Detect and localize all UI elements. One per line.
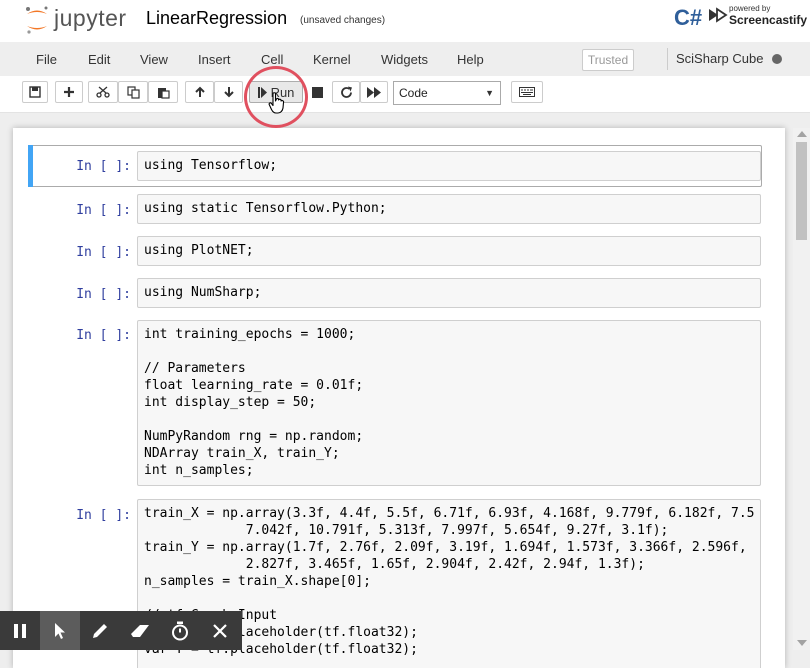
arrow-up-icon	[194, 86, 205, 97]
paste-button[interactable]	[148, 81, 178, 103]
chevron-down-icon: ▼	[485, 88, 494, 98]
pause-recording-button[interactable]	[0, 611, 40, 650]
run-button[interactable]: Run	[249, 81, 303, 103]
code-text: using PlotNET;	[144, 243, 254, 258]
pen-icon	[93, 623, 107, 638]
timer-button[interactable]	[160, 611, 200, 650]
stop-icon	[311, 86, 323, 98]
menu-cell[interactable]: Cell	[261, 52, 283, 67]
code-cell-4[interactable]: In [ ]: using NumSharp;	[28, 271, 762, 313]
move-up-button[interactable]	[185, 81, 214, 103]
recording-toolbar	[0, 611, 242, 650]
input-prompt: In [ ]:	[76, 328, 131, 343]
eraser-icon	[131, 624, 149, 637]
close-toolbar-button[interactable]	[200, 611, 240, 650]
cursor-icon	[55, 622, 65, 639]
arrow-down-icon	[223, 87, 234, 98]
menu-kernel[interactable]: Kernel	[313, 52, 351, 67]
input-prompt: In [ ]:	[76, 245, 131, 260]
paste-icon	[157, 87, 170, 99]
code-text: int training_epochs = 1000; // Parameter…	[144, 327, 364, 478]
screencastify-logo-icon	[709, 7, 728, 23]
code-editor[interactable]: using PlotNET;	[137, 236, 761, 266]
copy-icon	[126, 85, 140, 99]
restart-run-all-button[interactable]	[360, 81, 388, 103]
jupyter-wordmark[interactable]: jupyter	[54, 5, 127, 32]
insert-cell-button[interactable]	[55, 81, 83, 103]
keyboard-icon	[519, 87, 535, 97]
screencastify-brand: Screencastify	[729, 13, 808, 27]
menu-view[interactable]: View	[140, 52, 168, 67]
close-icon	[213, 623, 227, 638]
scrollbar-thumb[interactable]	[796, 142, 807, 240]
refresh-icon	[340, 86, 352, 98]
menu-file[interactable]: File	[36, 52, 57, 67]
code-editor[interactable]: using static Tensorflow.Python;	[137, 194, 761, 224]
timer-icon	[172, 621, 188, 640]
scroll-up-icon[interactable]	[797, 131, 807, 137]
pause-icon	[14, 623, 26, 638]
input-prompt: In [ ]:	[76, 287, 131, 302]
cut-button[interactable]	[88, 81, 118, 103]
csharp-logo: C#	[674, 5, 703, 30]
code-cell-1[interactable]: In [ ]: using Tensorflow;	[28, 145, 762, 187]
code-text: using Tensorflow;	[144, 158, 278, 173]
kernel-name[interactable]: SciSharp Cube	[676, 51, 763, 66]
save-icon	[29, 86, 41, 98]
code-editor[interactable]: using Tensorflow;	[137, 151, 761, 181]
run-button-label: Run	[270, 84, 295, 100]
move-down-button[interactable]	[214, 81, 243, 103]
input-prompt: In [ ]:	[76, 159, 131, 174]
cell-type-select[interactable]: Code ▼	[393, 81, 501, 105]
plus-icon	[64, 87, 74, 97]
code-cell-5[interactable]: In [ ]: int training_epochs = 1000; // P…	[28, 313, 762, 493]
code-cell-2[interactable]: In [ ]: using static Tensorflow.Python;	[28, 187, 762, 229]
menu-bar: File Edit View Insert Cell Kernel Widget…	[20, 44, 790, 74]
pen-tool-button[interactable]	[80, 611, 120, 650]
cell-type-value: Code	[399, 86, 428, 100]
powered-by-label: powered by	[729, 4, 771, 13]
command-palette-button[interactable]	[511, 81, 543, 103]
input-prompt: In [ ]:	[76, 508, 131, 523]
code-cell-3[interactable]: In [ ]: using PlotNET;	[28, 229, 762, 271]
scroll-down-icon[interactable]	[797, 640, 807, 646]
restart-kernel-button[interactable]	[332, 81, 360, 103]
trusted-indicator[interactable]: Trusted	[582, 49, 634, 71]
menu-widgets[interactable]: Widgets	[381, 52, 428, 67]
menu-edit[interactable]: Edit	[88, 52, 110, 67]
input-prompt: In [ ]:	[76, 203, 131, 218]
menu-insert[interactable]: Insert	[198, 52, 231, 67]
cut-icon	[96, 86, 110, 98]
menu-help[interactable]: Help	[457, 52, 484, 67]
menu-divider	[667, 48, 668, 70]
copy-button[interactable]	[118, 81, 148, 103]
code-text: using static Tensorflow.Python;	[144, 201, 387, 216]
code-editor[interactable]: int training_epochs = 1000; // Parameter…	[137, 320, 761, 486]
interrupt-kernel-button[interactable]	[304, 81, 330, 103]
save-button[interactable]	[22, 81, 48, 103]
code-editor[interactable]: using NumSharp;	[137, 278, 761, 308]
notebook-container: In [ ]: using Tensorflow; In [ ]: using …	[13, 128, 785, 668]
fast-forward-icon	[367, 86, 381, 98]
save-status: (unsaved changes)	[300, 15, 386, 26]
jupyter-logo-icon[interactable]	[24, 5, 50, 35]
step-forward-icon	[257, 86, 267, 98]
notebook-title[interactable]: LinearRegression	[146, 8, 287, 29]
code-text: using NumSharp;	[144, 285, 262, 300]
eraser-tool-button[interactable]	[120, 611, 160, 650]
notebook-header: jupyter LinearRegression (unsaved change…	[0, 0, 810, 42]
cursor-tool-button[interactable]	[40, 611, 80, 650]
kernel-status-icon	[772, 54, 782, 64]
